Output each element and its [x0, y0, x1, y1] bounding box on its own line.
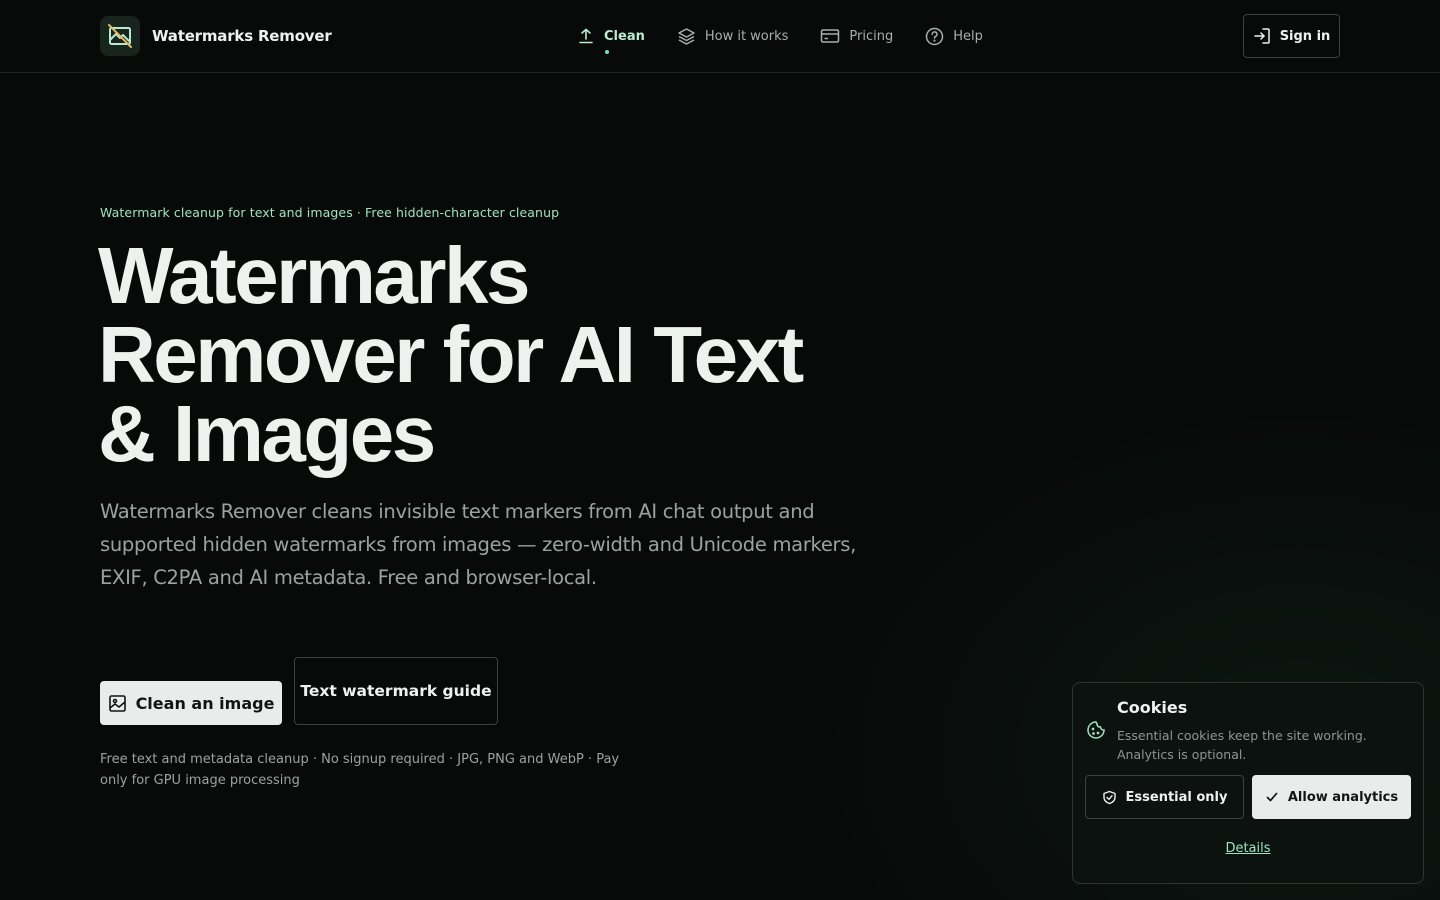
upload-icon: [579, 28, 593, 44]
cookie-banner: Cookies Essential cookies keep the site …: [1072, 682, 1424, 884]
cookie-details-link[interactable]: Details: [1073, 841, 1423, 856]
nav-item-pricing[interactable]: Pricing: [820, 22, 893, 50]
text-watermark-guide-button[interactable]: Text watermark guide: [294, 657, 498, 725]
sign-in-label: Sign in: [1279, 28, 1331, 44]
allow-analytics-label: Allow analytics: [1287, 789, 1399, 805]
page-title: Watermarks Remover for AI Text & Images: [98, 231, 804, 478]
nav-item-label: How it works: [704, 28, 789, 44]
credit-card-icon: [821, 29, 840, 43]
main-nav: Clean How it works Pricing Help: [577, 22, 983, 54]
nav-item-label: Clean: [604, 28, 645, 44]
sign-in-icon: [1253, 28, 1270, 44]
text-watermark-guide-label: Text watermark guide: [300, 682, 492, 700]
hero-fineprint: Free text and metadata cleanup · No sign…: [100, 752, 620, 788]
layers-icon: [678, 27, 695, 45]
allow-analytics-button[interactable]: Allow analytics: [1252, 775, 1411, 819]
essential-only-button[interactable]: Essential only: [1085, 775, 1244, 819]
active-indicator: [605, 50, 609, 54]
essential-only-label: Essential only: [1125, 789, 1228, 805]
nav-item-clean[interactable]: Clean: [577, 22, 645, 54]
top-navigation-bar: Watermarks Remover Clean How it works Pr…: [0, 0, 1440, 73]
brand-logo-icon: [100, 16, 140, 56]
nav-item-how-it-works[interactable]: How it works: [677, 22, 789, 50]
help-circle-icon: [926, 27, 944, 45]
cookie-title: Cookies: [1117, 698, 1188, 717]
nav-item-help[interactable]: Help: [925, 22, 983, 50]
nav-item-label: Help: [953, 28, 983, 44]
brand-name: Watermarks Remover: [152, 27, 332, 45]
check-icon: [1266, 792, 1278, 802]
sign-in-button[interactable]: Sign in: [1243, 14, 1340, 58]
hero-eyebrow: Watermark cleanup for text and images · …: [100, 205, 560, 220]
shield-icon: [1102, 790, 1116, 804]
nav-item-label: Pricing: [849, 28, 894, 44]
cookie-icon: [1087, 721, 1105, 739]
hero-description: Watermarks Remover cleans invisible text…: [100, 500, 857, 589]
clean-image-label: Clean an image: [135, 693, 275, 713]
image-icon: [108, 694, 126, 712]
brand-link[interactable]: Watermarks Remover: [100, 16, 332, 56]
cookie-description: Essential cookies keep the site working.…: [1117, 728, 1367, 762]
clean-image-button[interactable]: Clean an image: [100, 681, 282, 725]
